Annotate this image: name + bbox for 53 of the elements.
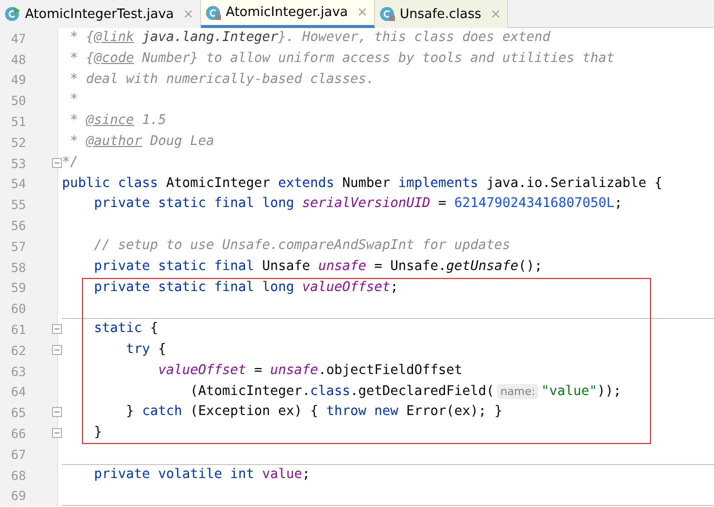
line-number: 68 xyxy=(10,468,26,483)
editor-tab[interactable]: AtomicIntegerTest.java × xyxy=(0,0,201,28)
code-line: * {@code Number} to allow uniform access by tools and utilities that xyxy=(69,50,614,68)
line-number: 67 xyxy=(10,446,26,462)
line-number: 48 xyxy=(10,52,26,67)
code-line: private volatile int value; xyxy=(93,466,310,484)
line-number: 69 xyxy=(10,488,26,504)
line-number: 57 xyxy=(10,238,26,254)
fold-icon[interactable] xyxy=(52,428,62,438)
line-number: 60 xyxy=(10,301,26,316)
code-line: private static final long valueOffset; xyxy=(93,278,398,297)
editor-tab[interactable]: Unsafe.class × xyxy=(374,0,508,28)
code-line: * {@link java.lang.Integer}. However, this class does extend xyxy=(69,29,550,47)
code-line: public class AtomicInteger extends Number implements java.io.Serializable { xyxy=(61,174,662,193)
code-line: * xyxy=(69,91,78,110)
line-number: 47 xyxy=(10,30,26,46)
line-number: 55 xyxy=(10,197,26,212)
code-line: } xyxy=(93,424,102,442)
fold-icon[interactable] xyxy=(52,158,62,168)
code-line: // setup to use Unsafe.compareAndSwapInt for updates xyxy=(93,236,510,255)
line-number: 49 xyxy=(10,72,26,88)
code-line: static { xyxy=(93,320,158,338)
fold-icon[interactable] xyxy=(52,324,62,334)
code-line: valueOffset = unsafe.objectFieldOffset xyxy=(157,362,462,380)
code-line: private static final long serialVersionUID = 6214790243416807050L; xyxy=(93,195,622,214)
line-number: 62 xyxy=(10,342,26,358)
code-line: * @author Doug Lea xyxy=(69,132,214,151)
locked-class-icon xyxy=(204,4,221,20)
line-number: 61 xyxy=(10,322,26,338)
line-number: 50 xyxy=(10,93,26,108)
line-number: 63 xyxy=(10,364,26,379)
line-number: 54 xyxy=(10,176,26,192)
code-line: } catch (Exception ex) { throw new Error(ex); } xyxy=(125,403,502,422)
line-number: 64 xyxy=(10,384,26,400)
code-line: private static final Unsafe unsafe = Unsafe.getUnsafe(); xyxy=(93,258,542,276)
code-line: try { xyxy=(125,340,166,359)
line-number: 58 xyxy=(10,260,26,275)
line-number: 59 xyxy=(10,280,26,296)
code-line: (AtomicInteger.class.getDeclaredField( name: "value")); xyxy=(189,382,622,401)
line-number: 56 xyxy=(10,218,26,234)
code-line: * @since 1.5 xyxy=(69,112,166,130)
line-number: 66 xyxy=(10,426,26,442)
code-line: */ xyxy=(61,154,78,172)
line-number: 65 xyxy=(10,405,26,420)
locked-class-icon xyxy=(378,6,395,22)
line-number: 52 xyxy=(10,134,26,150)
editor-tab[interactable]: AtomicInteger.java × xyxy=(200,0,375,28)
line-number: 51 xyxy=(10,114,26,130)
line-number: 53 xyxy=(10,156,26,171)
fold-icon[interactable] xyxy=(52,407,62,418)
runnable-class-icon xyxy=(4,6,20,22)
fold-icon[interactable] xyxy=(52,344,62,355)
code-line: * deal with numerically-based classes. xyxy=(69,70,374,89)
